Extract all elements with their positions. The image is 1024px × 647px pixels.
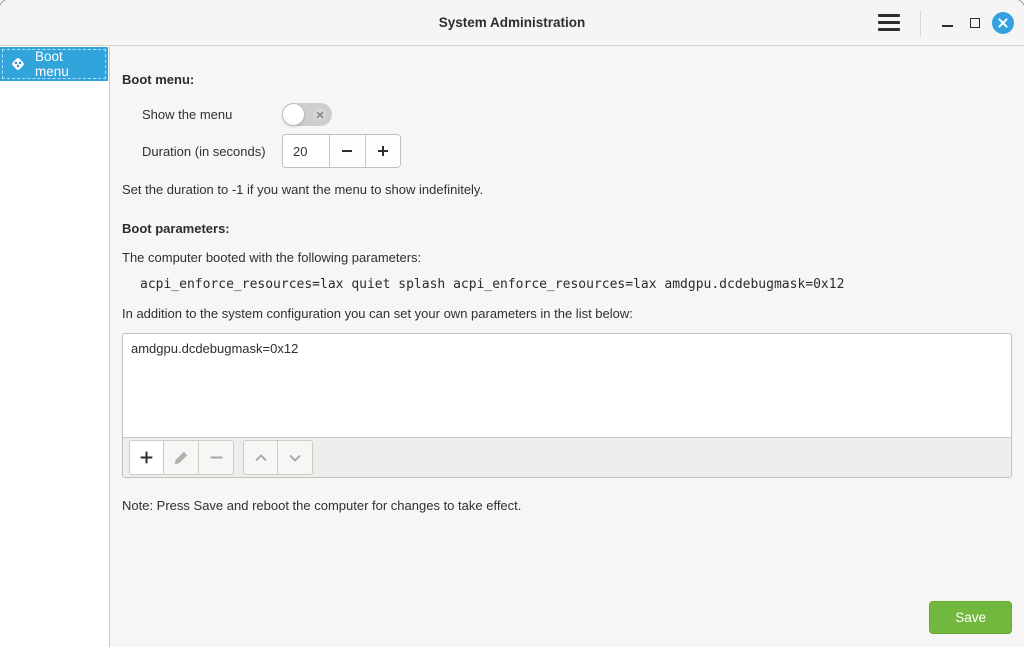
add-icon <box>138 449 155 466</box>
custom-params-label: In addition to the system configuration … <box>122 306 1012 321</box>
boot-parameters-heading: Boot parameters: <box>122 221 1012 236</box>
boot-menu-heading: Boot menu: <box>122 72 1012 87</box>
boot-menu-icon <box>9 55 27 73</box>
sidebar-item-boot-menu[interactable]: Boot menu <box>0 47 108 81</box>
system-administration-window: System Administration <box>0 0 1024 647</box>
move-up-icon <box>253 450 269 466</box>
move-up-button[interactable] <box>243 440 278 475</box>
reorder-button-group <box>243 440 313 475</box>
titlebar-separator <box>920 10 921 36</box>
booted-params-label: The computer booted with the following p… <box>122 250 1012 265</box>
minimize-icon <box>942 18 953 27</box>
list-toolbar <box>123 437 1011 477</box>
save-note: Note: Press Save and reboot the computer… <box>122 498 1012 513</box>
app-menu-button[interactable] <box>872 8 906 38</box>
list-item[interactable]: amdgpu.dcdebugmask=0x12 <box>131 339 1003 358</box>
save-button[interactable]: Save <box>929 601 1012 634</box>
close-button[interactable] <box>989 8 1017 38</box>
duration-hint: Set the duration to -1 if you want the m… <box>122 182 1012 197</box>
remove-parameter-button[interactable] <box>199 440 234 475</box>
boot-menu-controls: Show the menu Duration (in seconds) <box>142 103 1012 168</box>
maximize-icon <box>970 18 980 28</box>
duration-increase-button[interactable] <box>365 135 401 167</box>
minus-icon <box>339 143 355 159</box>
booted-params-value: acpi_enforce_resources=lax quiet splash … <box>140 277 1012 292</box>
edit-icon <box>173 450 189 466</box>
duration-label: Duration (in seconds) <box>142 144 282 159</box>
minimize-button[interactable] <box>933 8 961 38</box>
toggle-knob <box>282 103 305 126</box>
show-menu-toggle[interactable] <box>282 103 332 126</box>
plus-icon <box>375 143 391 159</box>
edit-button-group <box>129 440 234 475</box>
move-down-icon <box>287 450 303 466</box>
main-content: Boot menu: Show the menu Duration (in se… <box>110 46 1024 647</box>
custom-params-list[interactable]: amdgpu.dcdebugmask=0x12 <box>123 334 1011 437</box>
window-title: System Administration <box>439 15 586 30</box>
titlebar: System Administration <box>0 0 1024 46</box>
close-icon <box>992 12 1014 34</box>
show-menu-label: Show the menu <box>142 107 282 122</box>
window-controls <box>872 0 1017 45</box>
sidebar-item-label: Boot menu <box>35 49 99 79</box>
duration-input[interactable] <box>283 135 329 167</box>
move-down-button[interactable] <box>278 440 313 475</box>
remove-icon <box>208 449 225 466</box>
maximize-button[interactable] <box>961 8 989 38</box>
add-parameter-button[interactable] <box>129 440 164 475</box>
duration-decrease-button[interactable] <box>329 135 365 167</box>
hamburger-icon <box>878 14 900 31</box>
duration-spinbutton <box>282 134 401 168</box>
sidebar: Boot menu <box>0 46 110 647</box>
toggle-off-icon <box>313 108 326 121</box>
custom-params-list-frame: amdgpu.dcdebugmask=0x12 <box>122 333 1012 478</box>
edit-parameter-button[interactable] <box>164 440 199 475</box>
